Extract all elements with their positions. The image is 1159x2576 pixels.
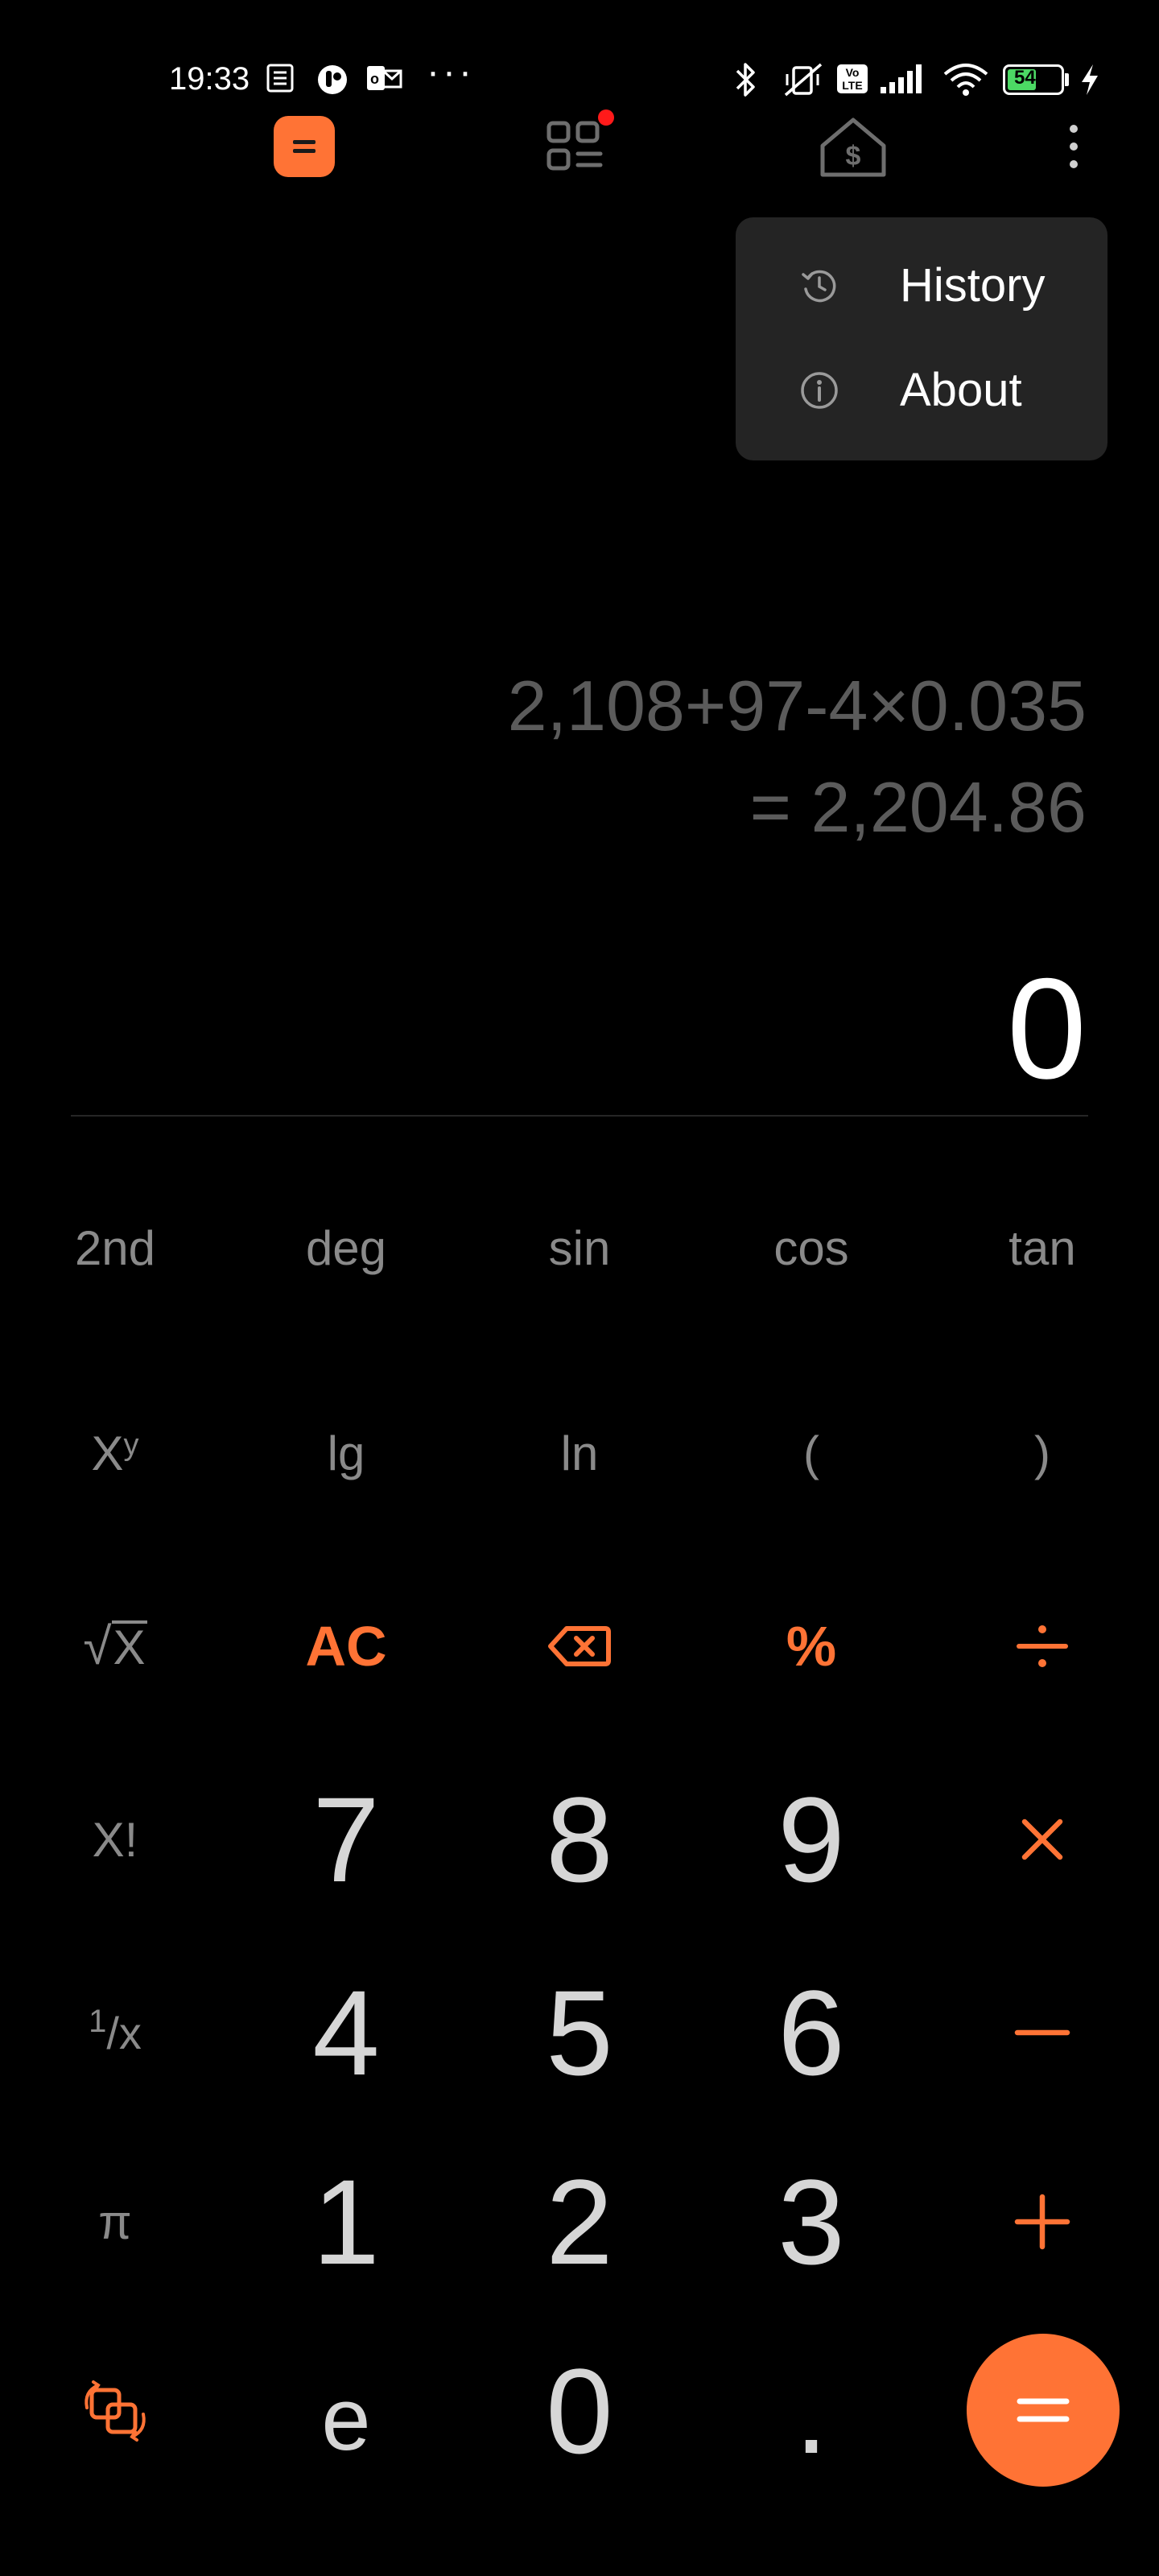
key-tan[interactable]: tan <box>954 1191 1131 1304</box>
key-5[interactable]: 5 <box>491 1965 668 2100</box>
status-time: 19:33 <box>169 61 250 97</box>
bluetooth-icon <box>736 63 755 97</box>
key-sqrt[interactable]: √ X <box>27 1590 204 1703</box>
menu-item-label: About <box>900 364 1022 416</box>
key-power-base: x <box>91 1426 124 1480</box>
volte-icon: Vo LTE <box>837 64 868 93</box>
key-backspace[interactable] <box>491 1590 668 1703</box>
converter-badge-dot <box>598 109 614 126</box>
key-multiply[interactable] <box>954 1783 1131 1896</box>
key-4[interactable]: 4 <box>258 1965 435 2100</box>
battery-percent: 54 <box>1014 67 1036 89</box>
battery-level: 54 <box>1008 67 1036 90</box>
key-sqrt-x: X <box>111 1620 147 1674</box>
key-1[interactable]: 1 <box>258 2154 435 2289</box>
main-display: 0 <box>1007 948 1087 1108</box>
sqrt-symbol: √ <box>83 1617 112 1675</box>
fraction-slash: / <box>106 2007 119 2058</box>
key-power-exponent: y <box>123 1427 139 1462</box>
plus-icon <box>1014 2194 1070 2250</box>
wifi-icon <box>943 64 988 96</box>
key-reciprocal-num: 1 <box>89 2003 107 2039</box>
charging-icon <box>1082 64 1098 95</box>
switch-mode-icon <box>85 2380 146 2442</box>
key-power[interactable]: xy <box>27 1397 204 1509</box>
cellular-signal-icon <box>881 64 922 93</box>
key-reciprocal-den: x <box>118 2007 142 2058</box>
calculator-icon <box>293 140 316 153</box>
display-divider <box>71 1115 1088 1117</box>
svg-text:o: o <box>370 71 379 87</box>
key-ln[interactable]: ln <box>491 1397 668 1509</box>
menu-item-about[interactable]: About <box>736 338 1107 443</box>
vibrate-off-icon <box>784 63 823 97</box>
backspace-icon <box>548 1626 611 1666</box>
mortgage-house-icon: $ <box>820 118 886 177</box>
key-7[interactable]: 7 <box>258 1772 435 1907</box>
svg-text:$: $ <box>846 141 861 171</box>
key-pi[interactable]: π <box>27 2165 204 2278</box>
key-divide[interactable] <box>954 1590 1131 1703</box>
battery-cap <box>1065 73 1069 86</box>
battery-icon: 54 <box>1003 64 1064 95</box>
key-lg[interactable]: lg <box>258 1397 435 1509</box>
key-deg[interactable]: deg <box>258 1191 435 1304</box>
key-2[interactable]: 2 <box>491 2154 668 2289</box>
menu-item-history[interactable]: History <box>736 233 1107 338</box>
info-icon <box>801 372 838 409</box>
volte-label: Vo LTE <box>842 66 863 92</box>
tab-mortgage[interactable]: $ <box>813 111 893 184</box>
key-9[interactable]: 9 <box>723 1772 900 1907</box>
divide-icon <box>1017 1625 1068 1667</box>
key-cos[interactable]: cos <box>723 1191 900 1304</box>
key-close-paren[interactable]: ) <box>954 1397 1131 1509</box>
key-e[interactable]: e <box>258 2363 435 2475</box>
converter-grid-icon <box>547 121 603 171</box>
key-reciprocal[interactable]: 1/x <box>27 1976 204 2089</box>
key-switch-mode[interactable] <box>27 2355 204 2467</box>
notification-more-dots: ··· <box>427 51 475 93</box>
notification-mail-icon: o <box>367 66 402 90</box>
notification-news-icon <box>266 64 294 93</box>
key-0[interactable]: 0 <box>491 2343 668 2479</box>
multiply-icon <box>1021 1818 1063 1860</box>
key-percent[interactable]: % <box>723 1590 900 1703</box>
key-add[interactable] <box>954 2165 1131 2278</box>
key-clear-all[interactable]: AC <box>258 1590 435 1703</box>
key-3[interactable]: 3 <box>723 2154 900 2289</box>
key-sin[interactable]: sin <box>491 1191 668 1304</box>
history-icon <box>802 270 836 303</box>
equals-button[interactable] <box>967 2334 1120 2487</box>
notification-app-icon <box>318 65 347 94</box>
key-8[interactable]: 8 <box>491 1772 668 1907</box>
key-factorial[interactable]: X! <box>27 1783 204 1896</box>
key-decimal[interactable]: . <box>723 2343 900 2479</box>
key-6[interactable]: 6 <box>723 1965 900 2100</box>
minus-icon <box>1014 2029 1070 2036</box>
equals-icon <box>1017 2398 1070 2422</box>
more-vertical-icon <box>1070 125 1078 168</box>
key-subtract[interactable] <box>954 1976 1131 2089</box>
key-open-paren[interactable]: ( <box>723 1397 900 1509</box>
expression-display: 2,108+97-4×0.035 <box>507 666 1087 745</box>
expression-result: = 2,204.86 <box>749 767 1087 847</box>
key-2nd[interactable]: 2nd <box>27 1191 204 1304</box>
tab-calculator[interactable] <box>274 116 335 177</box>
menu-item-label: History <box>900 259 1046 312</box>
overflow-menu: History About <box>736 217 1107 460</box>
more-options-button[interactable] <box>1054 113 1093 180</box>
